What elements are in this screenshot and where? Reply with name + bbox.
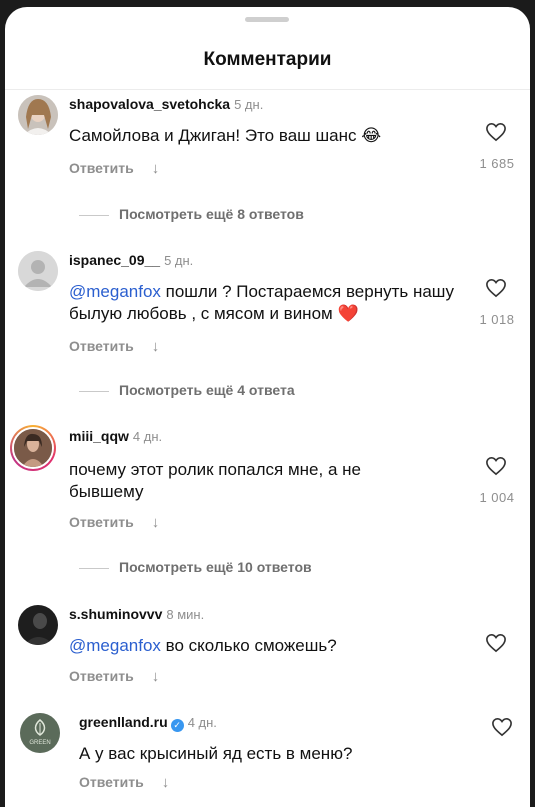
timestamp: 4 дн. — [187, 715, 217, 730]
username[interactable]: s.shuminovvv — [69, 606, 162, 622]
heart-outline-icon[interactable] — [485, 633, 507, 653]
avatar[interactable] — [18, 95, 58, 135]
username[interactable]: greenlland.ru — [79, 714, 168, 730]
chevron-down-icon[interactable]: ↓ — [152, 160, 160, 177]
chevron-down-icon[interactable]: ↓ — [152, 338, 160, 355]
reply-button[interactable]: Ответить ↓ — [69, 338, 159, 355]
page-title: Комментарии — [203, 49, 332, 70]
story-avatar[interactable] — [10, 425, 56, 471]
comment-meta: ispanec_09__ 5 дн. — [69, 251, 193, 270]
comment-text: А у вас крысиный яд есть в меню? — [79, 743, 469, 765]
divider-line — [79, 567, 109, 569]
drag-handle[interactable] — [245, 17, 289, 22]
reply-button[interactable]: Ответить ↓ — [69, 160, 159, 177]
view-more-replies[interactable]: Посмотреть ещё 10 ответов — [79, 559, 312, 575]
reply-label[interactable]: Ответить — [69, 514, 134, 530]
comment-body: А у вас крысиный яд есть в меню? — [79, 744, 353, 763]
view-more-label[interactable]: Посмотреть ещё 8 ответов — [119, 206, 304, 222]
avatar — [12, 427, 54, 469]
like-count: 1 685 — [479, 156, 515, 171]
username[interactable]: miii_qqw — [69, 428, 129, 444]
divider-line — [79, 390, 109, 392]
comment-text: почему этот ролик попался мне, а не бывш… — [69, 459, 439, 503]
reply-label[interactable]: Ответить — [69, 160, 134, 176]
verified-badge-icon: ✓ — [170, 719, 184, 732]
comment-meta: shapovalova_svetohcka 5 дн. — [69, 95, 263, 114]
comment-body: почему этот ролик попался мне, а не бывш… — [69, 460, 361, 501]
like-count: 1 018 — [479, 312, 515, 327]
view-more-replies[interactable]: Посмотреть ещё 8 ответов — [79, 206, 304, 222]
avatar[interactable] — [18, 251, 58, 291]
comment-meta: s.shuminovvv 8 мин. — [69, 605, 204, 624]
chevron-down-icon[interactable]: ↓ — [152, 668, 160, 685]
heart-outline-icon[interactable] — [485, 456, 507, 476]
comment-text: @meganfox во сколько сможешь? — [69, 635, 459, 657]
avatar[interactable]: GREEN — [20, 713, 60, 753]
divider-line — [79, 214, 109, 216]
reply-label[interactable]: Ответить — [79, 774, 144, 790]
reply-label[interactable]: Ответить — [69, 668, 134, 684]
comment-meta: greenlland.ru ✓ 4 дн. — [79, 713, 217, 732]
username[interactable]: shapovalova_svetohcka — [69, 96, 230, 112]
reply-button[interactable]: Ответить ↓ — [79, 774, 169, 791]
comment-body: Самойлова и Джиган! Это ваш шанс 😂 — [69, 126, 382, 145]
heart-outline-icon[interactable] — [491, 717, 513, 737]
reply-button[interactable]: Ответить ↓ — [69, 668, 159, 685]
comment-body: во сколько сможешь? — [160, 636, 337, 655]
heart-outline-icon[interactable] — [485, 278, 507, 298]
timestamp: 5 дн. — [234, 97, 264, 112]
comment-text: Самойлова и Джиган! Это ваш шанс 😂 — [69, 125, 459, 147]
reply-label[interactable]: Ответить — [69, 338, 134, 354]
comments-sheet: Комментарии shapovalova_svetohcka 5 дн. С… — [5, 7, 530, 807]
view-more-label[interactable]: Посмотреть ещё 4 ответа — [119, 382, 295, 398]
comment-meta: miii_qqw 4 дн. — [69, 427, 162, 446]
view-more-replies[interactable]: Посмотреть ещё 4 ответа — [79, 382, 295, 398]
timestamp: 8 мин. — [166, 607, 205, 622]
view-more-label[interactable]: Посмотреть ещё 10 ответов — [119, 559, 312, 575]
avatar-logo-text: GREEN — [29, 740, 50, 746]
chevron-down-icon[interactable]: ↓ — [162, 774, 170, 791]
timestamp: 4 дн. — [132, 429, 163, 444]
mention-link[interactable]: @meganfox — [69, 282, 161, 301]
reply-button[interactable]: Ответить ↓ — [69, 514, 159, 531]
timestamp: 5 дн. — [164, 253, 194, 268]
mention-link[interactable]: @meganfox — [69, 636, 161, 655]
username[interactable]: ispanec_09__ — [69, 252, 160, 268]
avatar[interactable] — [18, 605, 58, 645]
like-count: 1 004 — [479, 490, 515, 505]
divider — [5, 89, 530, 90]
heart-outline-icon[interactable] — [485, 122, 507, 142]
comment-text: @meganfox пошли ? Постараемся вернуть на… — [69, 281, 459, 325]
chevron-down-icon[interactable]: ↓ — [152, 514, 160, 531]
